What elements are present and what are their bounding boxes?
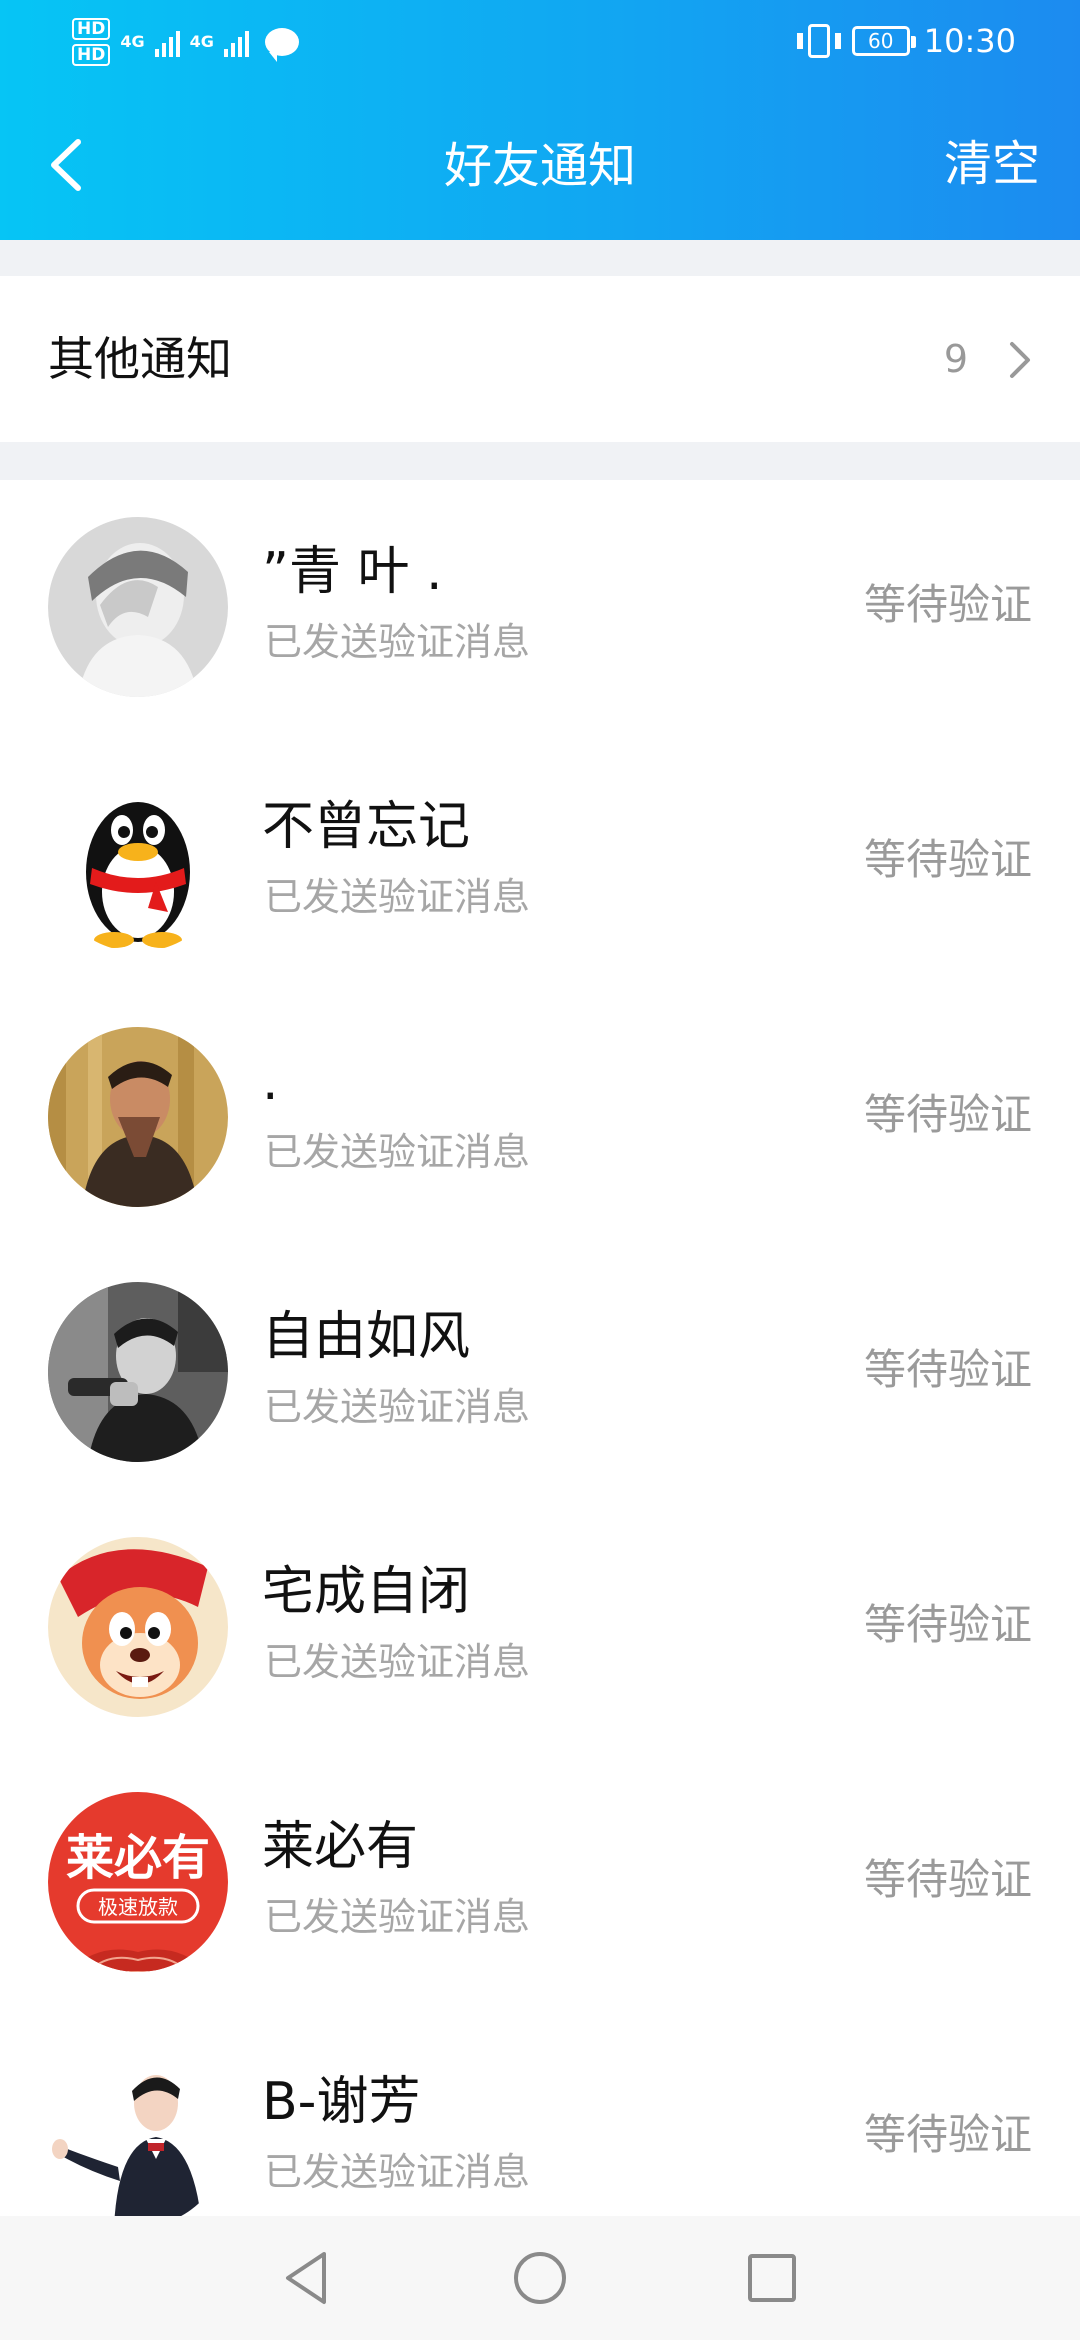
friend-notification-list: ”青 叶 . 已发送验证消息 等待验证 不曾忘记 已发送验证消息 等待验证 . … xyxy=(0,480,1080,2265)
list-item[interactable]: 莱必有 极速放款 莱必有 已发送验证消息 等待验证 xyxy=(0,1755,1080,2010)
friend-name: . xyxy=(262,1052,279,1112)
app-header: HD HD 4G 4G 60 10:30 好友通知 清空 xyxy=(0,0,1080,240)
section-divider xyxy=(0,240,1080,276)
network-type-1: 4G xyxy=(120,32,145,51)
status-bar: HD HD 4G 4G 60 10:30 xyxy=(0,0,1080,90)
avatar xyxy=(48,1027,228,1207)
clear-button[interactable]: 清空 xyxy=(944,134,1040,194)
square-recents-icon xyxy=(748,2254,796,2302)
avatar xyxy=(48,1282,228,1462)
battery-level: 60 xyxy=(868,29,894,53)
signal-2-icon xyxy=(223,27,249,57)
status-left-icons: HD HD 4G 4G xyxy=(72,18,299,66)
other-notices-label: 其他通知 xyxy=(48,332,232,386)
verification-status: 等待验证 xyxy=(863,1345,1032,1394)
other-notices-row[interactable]: 其他通知 9 xyxy=(0,276,1080,442)
friend-subtitle: 已发送验证消息 xyxy=(264,875,531,919)
nav-recents-button[interactable] xyxy=(740,2246,804,2310)
nav-back-button[interactable] xyxy=(276,2246,340,2310)
verification-status: 等待验证 xyxy=(863,835,1032,884)
message-notification-icon xyxy=(264,28,299,62)
vibrate-icon xyxy=(796,24,841,58)
friend-name: B-谢芳 xyxy=(262,2072,421,2132)
friend-subtitle: 已发送验证消息 xyxy=(264,2150,531,2194)
friend-name: 不曾忘记 xyxy=(262,797,471,857)
friend-name: 宅成自闭 xyxy=(262,1562,471,1622)
verification-status: 等待验证 xyxy=(863,1090,1032,1139)
friend-subtitle: 已发送验证消息 xyxy=(264,1895,531,1939)
circle-home-icon xyxy=(514,2252,566,2304)
avatar xyxy=(48,517,228,697)
hd2-badge: HD xyxy=(72,44,111,66)
title-bar: 好友通知 清空 xyxy=(0,90,1080,240)
avatar xyxy=(48,1537,228,1717)
brand-logo-text: 莱必有 xyxy=(66,1830,210,1886)
status-time: 10:30 xyxy=(923,22,1016,60)
brand-logo-subtext: 极速放款 xyxy=(98,1895,178,1919)
avatar xyxy=(48,772,228,952)
hd1-badge: HD xyxy=(72,18,111,40)
friend-name: 莱必有 xyxy=(262,1817,419,1877)
verification-status: 等待验证 xyxy=(863,2110,1032,2159)
section-divider xyxy=(0,442,1080,480)
signal-1-icon xyxy=(154,27,180,57)
nav-home-button[interactable] xyxy=(508,2246,572,2310)
list-item[interactable]: 不曾忘记 已发送验证消息 等待验证 xyxy=(0,735,1080,990)
verification-status: 等待验证 xyxy=(863,1600,1032,1649)
system-navigation-bar xyxy=(0,2216,1080,2340)
friend-subtitle: 已发送验证消息 xyxy=(264,1385,531,1429)
list-item[interactable]: ”青 叶 . 已发送验证消息 等待验证 xyxy=(0,480,1080,735)
verification-status: 等待验证 xyxy=(863,580,1032,629)
page-title: 好友通知 xyxy=(443,138,636,194)
network-type-2: 4G xyxy=(189,32,214,51)
status-right-icons: 60 10:30 xyxy=(796,22,1016,60)
avatar: 莱必有 极速放款 xyxy=(48,1792,228,1972)
list-item[interactable]: 宅成自闭 已发送验证消息 等待验证 xyxy=(0,1500,1080,1755)
friend-subtitle: 已发送验证消息 xyxy=(264,1130,531,1174)
triangle-back-icon xyxy=(286,2252,326,2304)
avatar xyxy=(48,2047,228,2227)
other-notices-count: 9 xyxy=(943,337,968,381)
friend-subtitle: 已发送验证消息 xyxy=(264,620,531,664)
chevron-right-icon xyxy=(1010,342,1030,378)
verification-status: 等待验证 xyxy=(863,1855,1032,1904)
battery-icon: 60 xyxy=(851,26,916,56)
friend-name: ”青 叶 . xyxy=(262,542,443,602)
friend-name: 自由如风 xyxy=(262,1307,471,1367)
list-item[interactable]: . 已发送验证消息 等待验证 xyxy=(0,990,1080,1245)
list-item[interactable]: 自由如风 已发送验证消息 等待验证 xyxy=(0,1245,1080,1500)
friend-subtitle: 已发送验证消息 xyxy=(264,1640,531,1684)
hd-indicators: HD HD xyxy=(72,18,111,66)
